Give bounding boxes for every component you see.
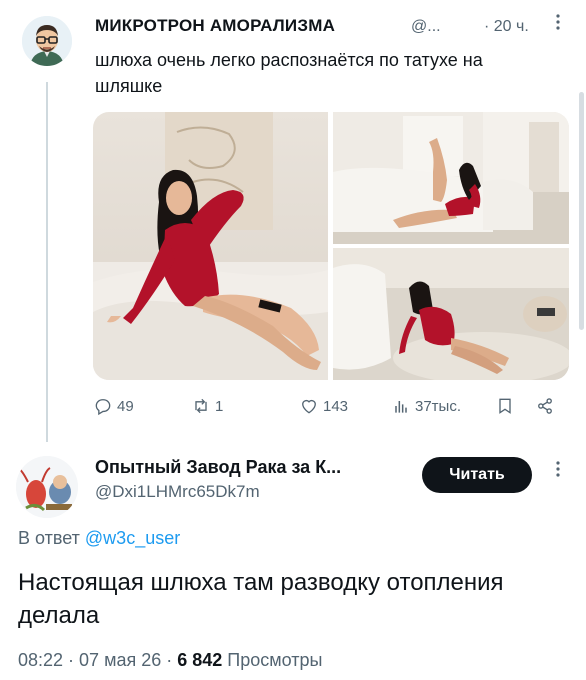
avatar-illustration [16,456,78,518]
more-dots-icon[interactable] [548,459,568,485]
display-name[interactable]: МИКРОТРОН АМОРАЛИЗМА [95,16,335,36]
reply-icon [95,399,111,416]
retweet-icon [195,398,207,414]
user-handle[interactable]: @Dxi1LHMrc65Dk7m [95,482,260,502]
avatar[interactable] [22,16,72,66]
avatar[interactable] [16,456,78,518]
share-icon [538,398,552,414]
heart-icon [302,399,316,414]
reply-count: 49 [117,397,134,415]
media-grid [93,112,569,380]
scrollbar[interactable] [579,92,584,330]
tweet-time[interactable]: · 20 ч. [484,18,529,36]
views-count: 37тыс. [415,397,462,415]
reply-context: В ответ @w3c_user [18,528,180,549]
reply-button[interactable]: 49 [93,394,134,418]
views-count: 6 842 [177,650,223,670]
display-name[interactable]: Опытный Завод Рака за К... [95,457,341,478]
thread-line [46,82,48,442]
user-handle[interactable]: @... [411,18,441,36]
photo-main[interactable] [93,112,328,380]
views-label: Просмотры [227,650,323,670]
reply-mention-link[interactable]: @w3c_user [85,528,180,548]
like-button[interactable]: 143 [299,394,348,418]
tweet-actions: 49 1 143 37тыс. [93,394,569,418]
tweet-text: шлюха очень легко распознаётся по татухе… [95,50,483,96]
photo-bottom-right[interactable] [333,248,569,380]
bookmark-icon [499,398,511,414]
views-button[interactable]: 37тыс. [391,394,461,418]
bookmark-button[interactable] [495,394,515,418]
retweet-count: 1 [215,397,224,415]
views-chart-icon [395,401,407,413]
tweet-text: Настоящая шлюха там разводку отопления д… [18,569,504,629]
tweet-meta: 08:22 · 07 мая 26 · 6 842 Просмотры [18,650,322,671]
share-button[interactable] [535,394,555,418]
avatar-illustration [22,16,72,66]
follow-button[interactable]: Читать [422,457,532,493]
photo-top-right[interactable] [333,112,569,244]
like-count: 143 [323,397,349,415]
tweet-timestamp[interactable]: 08:22 · 07 мая 26 · [18,650,172,670]
more-dots-icon[interactable] [548,12,568,38]
reply-prefix: В ответ [18,528,80,548]
retweet-button[interactable]: 1 [191,394,223,418]
